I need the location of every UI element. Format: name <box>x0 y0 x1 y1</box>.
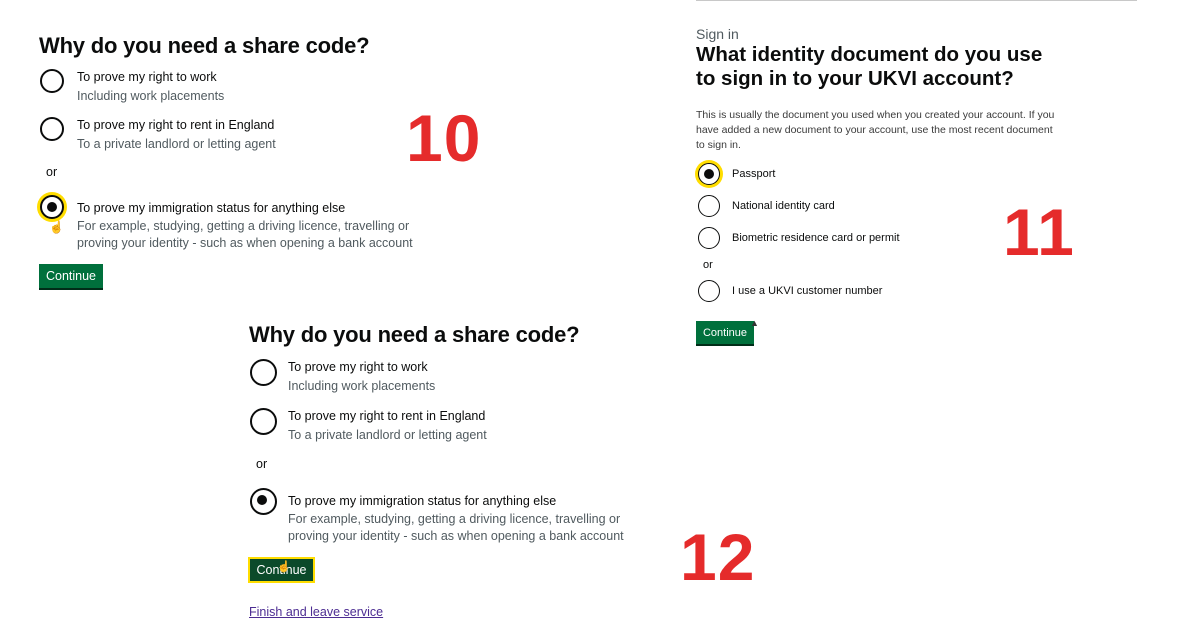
radio-option-right-to-rent[interactable]: To prove my right to rent in England To … <box>40 117 276 153</box>
option-hint-line-1: For example, studying, getting a driving… <box>77 219 410 233</box>
option-label: To prove my right to work <box>288 360 428 374</box>
option-label: National identity card <box>732 200 835 212</box>
option-label: To prove my right to rent in England <box>288 409 486 423</box>
radio-button[interactable] <box>250 359 277 386</box>
radio-option-national-id[interactable]: National identity card <box>698 195 835 217</box>
finish-and-leave-link[interactable]: Finish and leave service <box>249 605 383 619</box>
radio-button[interactable] <box>250 408 277 435</box>
hand-cursor-icon: ☝ <box>49 220 64 234</box>
radio-button-selected[interactable] <box>40 195 64 219</box>
radio-button[interactable] <box>698 227 720 249</box>
option-hint-line-2: proving your identity - such as when ope… <box>288 529 624 543</box>
option-hint: To a private landlord or letting agent <box>288 428 487 442</box>
option-label: I use a UKVI customer number <box>732 285 883 297</box>
top-divider <box>696 0 1137 1</box>
description: This is usually the document you used wh… <box>696 109 1055 151</box>
radio-option-right-to-work[interactable]: To prove my right to work Including work… <box>250 359 435 395</box>
page-title-line-1: What identity document do you use <box>696 43 1043 66</box>
page-title: Why do you need a share code? <box>39 33 370 58</box>
step-number: 12 <box>680 520 756 594</box>
or-divider: or <box>46 165 58 179</box>
radio-option-anything-else[interactable]: To prove my immigration status for anyth… <box>250 488 624 545</box>
radio-button[interactable] <box>698 280 720 302</box>
step-number: 10 <box>406 101 482 175</box>
or-divider: or <box>703 259 713 271</box>
radio-option-passport[interactable]: Passport <box>698 163 775 185</box>
option-hint-line-1: For example, studying, getting a driving… <box>288 512 621 526</box>
pointer-cursor-icon: ▲ <box>750 318 759 328</box>
option-hint: Including work placements <box>77 89 225 103</box>
caption: Sign in <box>696 26 739 42</box>
page-title-line-2: to sign in to your UKVI account? <box>696 67 1014 90</box>
radio-option-anything-else[interactable]: To prove my immigration status for anyth… <box>40 195 413 252</box>
step-number: 11 <box>1003 195 1075 269</box>
radio-button[interactable] <box>40 117 64 141</box>
hand-cursor-icon: ☝ <box>277 561 291 573</box>
radio-option-brp[interactable]: Biometric residence card or permit <box>698 227 900 249</box>
or-divider: or <box>256 457 268 471</box>
option-label: To prove my right to rent in England <box>77 118 275 132</box>
continue-button[interactable]: Continue <box>696 321 754 344</box>
continue-button[interactable]: Continue <box>39 264 103 288</box>
option-hint: To a private landlord or letting agent <box>77 137 276 151</box>
option-label: Passport <box>732 168 776 180</box>
option-label: Biometric residence card or permit <box>732 232 900 244</box>
option-hint: Including work placements <box>288 379 436 393</box>
radio-option-right-to-rent[interactable]: To prove my right to rent in England To … <box>250 408 487 444</box>
radio-button-selected[interactable] <box>698 163 720 185</box>
radio-button[interactable] <box>40 69 64 93</box>
radio-option-right-to-work[interactable]: To prove my right to work Including work… <box>40 69 224 105</box>
page-title: Why do you need a share code? <box>249 322 580 347</box>
radio-button[interactable] <box>698 195 720 217</box>
option-hint-line-2: proving your identity - such as when ope… <box>77 236 413 250</box>
radio-button-selected[interactable] <box>250 488 277 515</box>
radio-option-ukvi-number[interactable]: I use a UKVI customer number <box>698 280 882 302</box>
option-label: To prove my right to work <box>77 70 217 84</box>
